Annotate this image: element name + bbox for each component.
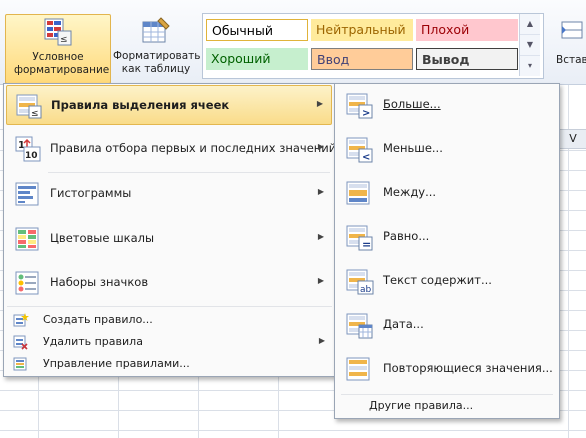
menu-item-label: Управление правилами... [43,357,190,370]
menu-item-top-bottom-rules[interactable]: 1 10 Правила отбора первых и последних з… [6,129,336,169]
submenu-item-less-than[interactable]: < Меньше... [337,129,555,169]
menu-item-data-bars[interactable]: Гистограммы ▶ [6,174,332,214]
scroll-down-icon[interactable]: ▼ [520,35,540,56]
submenu-item-label: Дата... [383,317,424,331]
menu-separator [341,394,553,395]
menu-separator [48,172,330,173]
ribbon: ≤ Условное форматирование Форматировать … [0,0,586,85]
submenu-item-label: Между... [383,185,437,199]
insert-label: Вставить [556,54,586,66]
format-as-table-icon [141,16,171,46]
text-contains-icon: ab [345,267,374,295]
date-icon [345,311,373,339]
gallery-more-icon[interactable]: ▾ [520,56,540,76]
submenu-item-label: Повторяющиеся значения... [383,361,553,375]
color-scales-icon [14,225,42,253]
insert-button[interactable]: Вставить [550,14,586,82]
submenu-item-label: Равно... [383,229,430,243]
styles-scrollbar[interactable]: ▲ ▼ ▾ [519,14,540,76]
grid-line [0,430,586,431]
menu-item-label: Правила выделения ячеек [51,98,230,112]
conditional-formatting-icon: ≤ [43,17,73,47]
menu-item-color-scales[interactable]: Цветовые шкалы ▶ [6,219,332,259]
insert-icon [560,18,584,42]
svg-text:≤: ≤ [60,35,68,45]
less-than-icon: < [345,135,373,163]
submenu-item-duplicate-values[interactable]: Повторяющиеся значения... [337,349,555,389]
between-icon [345,179,373,207]
menu-item-label: Гистограммы [50,186,132,200]
menu-item-new-rule[interactable]: Создать правило... [7,310,333,330]
submenu-arrow-icon: ▶ [317,232,324,241]
menu-item-manage-rules[interactable]: Управление правилами... [7,354,333,374]
format-as-table-button[interactable]: Форматировать как таблицу [113,14,201,82]
equal-to-icon: = [345,223,373,251]
svg-text:<: < [362,152,370,163]
submenu-item-label: Текст содержит... [383,273,492,287]
menu-item-label: Цветовые шкалы [50,231,155,245]
highlight-cells-rules-submenu: > Больше... < Меньше... Между... = Равно… [334,83,560,419]
greater-than-icon: > [345,91,373,119]
menu-item-clear-rules[interactable]: Удалить правила ▶ [7,332,333,352]
style-neutral[interactable]: Нейтральный [311,19,413,41]
manage-rules-icon [13,356,29,372]
svg-text:=: = [362,238,371,251]
menu-item-label: Правила отбора первых и последних значен… [50,141,337,155]
top-bottom-rules-icon: 1 10 [14,135,42,163]
style-bad[interactable]: Плохой [416,19,518,41]
submenu-item-label: Меньше... [383,141,443,155]
conditional-formatting-button[interactable]: ≤ Условное форматирование [5,14,111,84]
style-good[interactable]: Хороший [206,48,308,70]
menu-item-label: Создать правило... [43,313,153,326]
menu-separator [7,306,332,307]
submenu-item-label: Другие правила... [369,399,474,412]
submenu-item-greater-than[interactable]: > Больше... [337,85,555,125]
submenu-item-equal-to[interactable]: = Равно... [337,217,555,257]
submenu-arrow-icon: ▶ [316,99,323,108]
submenu-arrow-icon: ▶ [317,142,324,151]
menu-item-label: Удалить правила [43,335,143,348]
submenu-item-text-contains[interactable]: ab Текст содержит... [337,261,555,301]
svg-text:>: > [362,108,370,119]
svg-text:ab: ab [360,285,372,295]
scroll-up-icon[interactable]: ▲ [520,14,540,35]
style-normal[interactable]: Обычный [206,19,308,41]
svg-text:≤: ≤ [31,109,39,119]
duplicate-values-icon [345,355,373,383]
style-input[interactable]: Ввод [311,48,413,70]
conditional-formatting-label: Условное форматирование [14,51,110,76]
submenu-arrow-icon: ▶ [317,187,324,196]
highlight-cells-rules-icon: ≤ [15,92,43,120]
conditional-formatting-menu: ≤ Правила выделения ячеек ▶ 1 10 Правила… [3,83,336,377]
menu-item-icon-sets[interactable]: Наборы значков ▶ [6,263,332,303]
submenu-item-label: Больше... [383,97,441,111]
new-rule-icon [13,312,29,328]
submenu-item-between[interactable]: Между... [337,173,555,213]
menu-item-highlight-cells-rules[interactable]: ≤ Правила выделения ячеек ▶ [6,85,332,125]
submenu-arrow-icon: ▶ [318,336,325,345]
clear-rules-icon [13,334,29,350]
menu-item-label: Наборы значков [50,275,149,289]
data-bars-icon [14,180,42,208]
svg-text:10: 10 [25,151,38,161]
style-output[interactable]: Вывод [416,48,518,70]
submenu-item-more-rules[interactable]: Другие правила... [337,396,555,416]
submenu-item-date[interactable]: Дата... [337,305,555,345]
column-header[interactable]: V [558,129,586,149]
format-as-table-label: Форматировать как таблицу [113,50,201,75]
icon-sets-icon [14,269,42,297]
submenu-arrow-icon: ▶ [317,276,324,285]
